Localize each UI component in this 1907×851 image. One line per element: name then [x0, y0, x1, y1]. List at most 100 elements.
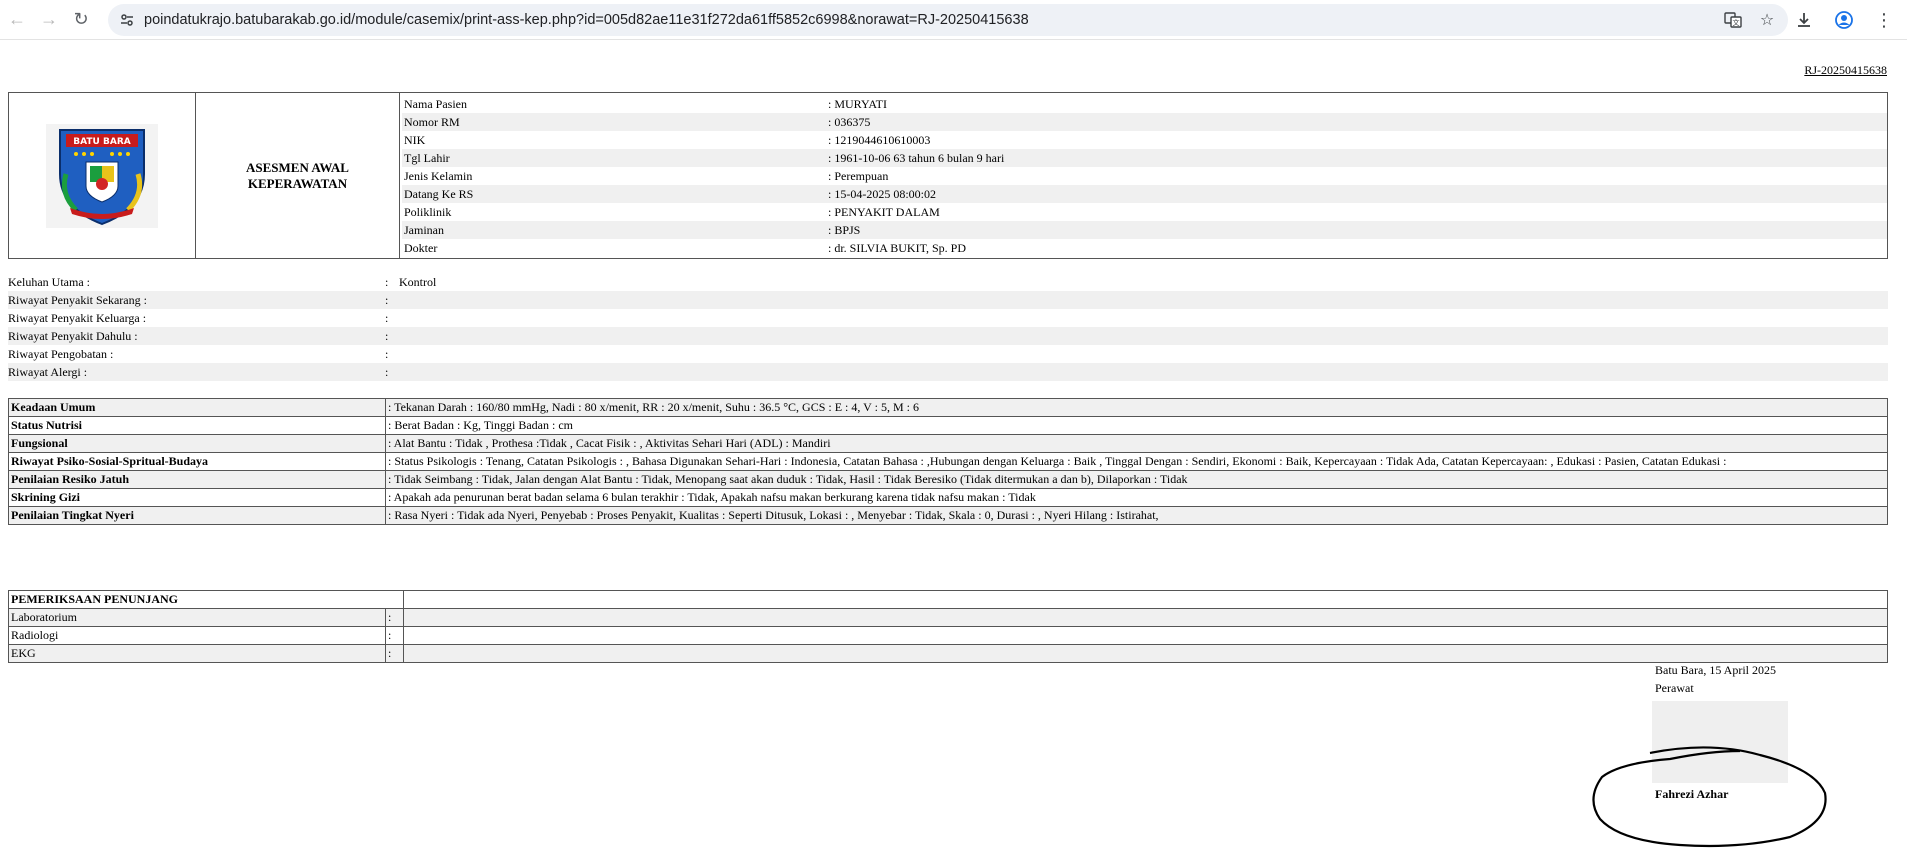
signature-place-date: Batu Bara, 15 April 2025 [1655, 663, 1776, 677]
patient-info-label: Dokter [404, 240, 438, 255]
assessment-row: Penilaian Resiko Jatuh: Tidak Seimbang :… [8, 470, 1888, 489]
anamnesis-value [399, 363, 1888, 381]
supporting-exam-label: Radiologi [8, 626, 386, 645]
anamnesis-row: Riwayat Penyakit Dahulu :: [8, 327, 1888, 345]
supporting-exam-row: Radiologi: [8, 626, 1888, 645]
forward-icon[interactable]: → [34, 5, 64, 35]
bookmark-star-icon[interactable]: ☆ [1756, 9, 1778, 31]
patient-info-label: Nomor RM [402, 113, 826, 131]
patient-info-row: Datang Ke RS: 15-04-2025 08:00:02 [402, 185, 1887, 203]
assessment-label: Penilaian Tingkat Nyeri [8, 506, 386, 525]
supporting-exam-table: PEMERIKSAAN PENUNJANG Laboratorium: Radio… [8, 590, 1888, 663]
patient-header-table: BATU BARA ASESMEN AWAL KEPERAWATAN Nama … [8, 92, 1888, 259]
anamnesis-colon: : [385, 310, 389, 325]
patient-info-label: Jaminan [402, 221, 826, 239]
supporting-exam-value [403, 608, 1888, 627]
anamnesis-value [399, 345, 1888, 363]
patient-info-row: Jenis Kelamin: Perempuan [402, 167, 1887, 185]
supporting-exam-header-empty [403, 590, 1888, 609]
norawat-number: RJ-20250415638 [1804, 63, 1887, 77]
assessment-value: : Berat Badan : Kg, Tinggi Badan : cm [385, 416, 1888, 435]
patient-info-value: : 15-04-2025 08:00:02 [826, 185, 1887, 203]
supporting-exam-row: EKG: [8, 644, 1888, 663]
patient-info-row: Poliklinik : PENYAKIT DALAM [402, 203, 1887, 221]
anamnesis-row: Riwayat Pengobatan :: [8, 345, 1888, 363]
assessment-row: Keadaan Umum: Tekanan Darah : 160/80 mmH… [8, 398, 1888, 417]
document-page: RJ-20250415638 BATU BARA ASESMEN AWAL KE… [0, 41, 1907, 849]
supporting-exam-value [403, 644, 1888, 663]
form-title: ASESMEN AWAL KEPERAWATAN [195, 92, 400, 259]
patient-info-label: Jenis Kelamin [404, 168, 473, 183]
signature-role: Perawat [1655, 681, 1694, 695]
assessment-label: Skrining Gizi [8, 488, 386, 507]
assessment-label: Keadaan Umum [8, 398, 386, 417]
anamnesis-label: Riwayat Alergi : [8, 363, 385, 381]
assessment-row: Penilaian Tingkat Nyeri: Rasa Nyeri : Ti… [8, 506, 1888, 525]
url-text[interactable]: poindatukrajo.batubarakab.go.id/module/c… [144, 12, 1029, 28]
anamnesis-colon: : [385, 346, 389, 361]
patient-info-label: Nama Pasien [404, 96, 467, 111]
assessment-value: : Status Psikologis : Tenang, Catatan Ps… [385, 452, 1888, 471]
signature-circle-scribble [1592, 746, 1827, 848]
supporting-exam-label: Laboratorium [8, 608, 386, 627]
anamnesis-label: Riwayat Penyakit Sekarang : [8, 291, 385, 309]
profile-avatar-icon[interactable] [1831, 5, 1857, 35]
assessment-label: Penilaian Resiko Jatuh [8, 470, 386, 489]
supporting-exam-label: EKG [8, 644, 386, 663]
patient-info-label: Tgl Lahir [402, 149, 826, 167]
assessment-row: Riwayat Psiko-Sosial-Spritual-Budaya: St… [8, 452, 1888, 471]
assessment-label: Fungsional [8, 434, 386, 453]
anamnesis-value [399, 309, 1888, 327]
download-icon[interactable] [1791, 5, 1817, 35]
reload-icon[interactable]: ↻ [66, 5, 96, 35]
patient-info-value: : 1219044610610003 [828, 132, 931, 147]
supporting-exam-header-row: PEMERIKSAAN PENUNJANG [8, 590, 1888, 609]
anamnesis-label: Riwayat Pengobatan : [8, 346, 114, 361]
supporting-exam-row: Laboratorium: [8, 608, 1888, 627]
more-menu-icon[interactable]: ⋮ [1871, 5, 1897, 35]
anamnesis-colon: : [385, 274, 389, 289]
supporting-exam-title: PEMERIKSAAN PENUNJANG [8, 590, 404, 609]
patient-info-value: : BPJS [826, 221, 1887, 239]
title-line-1: ASESMEN AWAL [246, 159, 349, 175]
anamnesis-value: Kontrol [399, 274, 437, 289]
anamnesis-row: Riwayat Alergi :: [8, 363, 1888, 381]
svg-text:文: 文 [1733, 18, 1740, 27]
assessment-label: Riwayat Psiko-Sosial-Spritual-Budaya [8, 452, 386, 471]
back-icon[interactable]: ← [2, 5, 32, 35]
patient-info-value: : dr. SILVIA BUKIT, Sp. PD [828, 240, 967, 255]
patient-info-row: Tgl Lahir: 1961-10-06 63 tahun 6 bulan 9… [402, 149, 1887, 167]
anamnesis-colon: : [385, 291, 399, 309]
patient-info-value: : 1961-10-06 63 tahun 6 bulan 9 hari [826, 149, 1887, 167]
anamnesis-table: Keluhan Utama :: Kontrol Riwayat Penyakit … [8, 273, 1888, 381]
address-bar[interactable]: poindatukrajo.batubarakab.go.id/module/c… [108, 4, 1788, 36]
assessment-row: Skrining Gizi: Apakah ada penurunan bera… [8, 488, 1888, 507]
site-info-icon[interactable] [116, 9, 138, 31]
anamnesis-value [399, 291, 1888, 309]
anamnesis-colon: : [385, 363, 399, 381]
patient-info-label: NIK [404, 132, 426, 147]
patient-info-value: : PENYAKIT DALAM [828, 204, 940, 219]
anamnesis-row: Keluhan Utama :: Kontrol [8, 273, 1888, 291]
patient-info-table: Nama Pasien: MURYATI Nomor RM: 036375 NIK:… [402, 95, 1887, 257]
nav-buttons: ← → ↻ [2, 5, 96, 35]
supporting-exam-value [403, 626, 1888, 645]
supporting-exam-colon: : [385, 626, 404, 645]
patient-info-label: Datang Ke RS [402, 185, 826, 203]
assessment-label: Status Nutrisi [8, 416, 386, 435]
patient-info-cell: Nama Pasien: MURYATI Nomor RM: 036375 NIK:… [399, 92, 1888, 259]
anamnesis-row: Riwayat Penyakit Sekarang :: [8, 291, 1888, 309]
browser-toolbar: ← → ↻ poindatukrajo.batubarakab.go.id/mo… [0, 0, 1907, 40]
patient-info-row: Nomor RM: 036375 [402, 113, 1887, 131]
logo-text: BATU BARA [73, 137, 130, 147]
anamnesis-value [399, 327, 1888, 345]
patient-info-label: Poliklinik [404, 204, 452, 219]
batu-bara-logo: BATU BARA [46, 123, 158, 228]
anamnesis-label: Riwayat Penyakit Dahulu : [8, 327, 385, 345]
patient-info-row: Dokter : dr. SILVIA BUKIT, Sp. PD [402, 239, 1887, 257]
assessment-value: : Tidak Seimbang : Tidak, Jalan dengan A… [385, 470, 1888, 489]
patient-info-row: Jaminan: BPJS [402, 221, 1887, 239]
anamnesis-row: Riwayat Penyakit Keluarga :: [8, 309, 1888, 327]
translate-icon[interactable]: 文 [1722, 9, 1744, 31]
patient-info-value: : 036375 [826, 113, 1887, 131]
